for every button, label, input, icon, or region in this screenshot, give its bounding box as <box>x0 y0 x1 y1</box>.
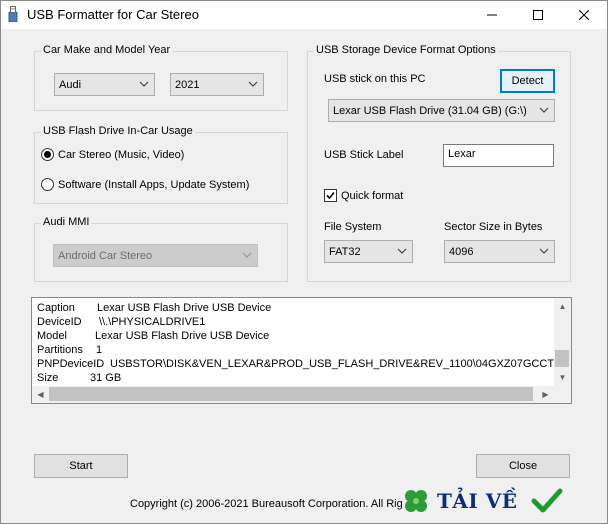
info-value: Lexar USB Flash Drive USB Device <box>97 302 272 314</box>
quick-format-checkbox[interactable] <box>324 189 337 202</box>
car-make-select[interactable]: Audi <box>54 73 155 96</box>
maximize-icon <box>533 10 543 20</box>
list-item: Partitions 1 <box>37 344 102 356</box>
close-window-button[interactable] <box>561 1 607 29</box>
radio-software-label: Software (Install Apps, Update System) <box>58 178 250 191</box>
stick-label-caption: USB Stick Label <box>324 149 404 161</box>
horizontal-scroll-thumb[interactable] <box>49 387 533 401</box>
usb-device-value: Lexar USB Flash Drive (31.04 GB) (G:\) <box>333 104 527 117</box>
scroll-down-icon[interactable]: ▼ <box>554 369 571 386</box>
scroll-up-icon[interactable]: ▲ <box>554 298 571 315</box>
radio-button[interactable] <box>41 178 54 191</box>
copyright-text: Copyright (c) 2006-2021 Bureausoft Corpo… <box>130 498 403 510</box>
sector-size-value: 4096 <box>449 245 474 258</box>
radio-car-stereo-label: Car Stereo (Music, Video) <box>58 148 185 161</box>
detect-button[interactable]: Detect <box>500 69 555 93</box>
watermark: TẢI VỀ <box>401 481 607 521</box>
car-year-value: 2021 <box>175 78 200 91</box>
minimize-icon <box>487 14 497 16</box>
window-title: USB Formatter for Car Stereo <box>27 7 199 22</box>
mmi-select[interactable]: Android Car Stereo <box>53 244 258 267</box>
clover-logo-icon <box>405 490 427 512</box>
info-value: 1 <box>96 344 103 356</box>
usage-group-label: USB Flash Drive In-Car Usage <box>41 125 195 137</box>
info-key: Caption <box>37 302 75 314</box>
green-checkmark-icon <box>531 488 563 513</box>
chevron-down-icon <box>539 248 549 254</box>
car-make-group-label: Car Make and Model Year <box>41 44 173 56</box>
mmi-group: Audi MMI Android Car Stereo <box>34 216 288 282</box>
title-bar[interactable]: USB Formatter for Car Stereo <box>1 1 607 29</box>
info-value: Lexar USB Flash Drive USB Device <box>95 330 270 342</box>
vertical-scrollbar[interactable]: ▲ ▼ <box>554 298 571 386</box>
usb-stick-label: USB stick on this PC <box>324 73 426 85</box>
file-system-label: File System <box>324 221 382 233</box>
info-value: USBSTOR\DISK&VEN_LEXAR&PROD_USB_FLASH_DR… <box>110 358 572 370</box>
horizontal-scrollbar[interactable]: ◀ ▶ <box>32 386 571 403</box>
mmi-value: Android Car Stereo <box>58 249 153 262</box>
maximize-button[interactable] <box>515 1 561 29</box>
list-item: DeviceID \\.\PHYSICALDRIVE1 <box>37 316 205 328</box>
minimize-button[interactable] <box>469 1 515 29</box>
checkmark-icon <box>326 191 335 200</box>
sector-size-label: Sector Size in Bytes <box>444 221 543 233</box>
car-make-value: Audi <box>59 78 82 91</box>
watermark-text: TẢI VỀ <box>437 489 518 513</box>
list-item: PNPDeviceID USBSTOR\DISK&VEN_LEXAR&PROD_U… <box>37 358 572 370</box>
chevron-down-icon <box>248 81 258 87</box>
scroll-right-icon[interactable]: ▶ <box>537 386 554 403</box>
list-item: Model Lexar USB Flash Drive USB Device <box>37 330 269 342</box>
list-item: Size 31 GB <box>37 372 121 384</box>
stick-label-input[interactable]: Lexar <box>443 144 554 167</box>
start-button[interactable]: Start <box>34 454 128 478</box>
chevron-down-icon <box>139 81 149 87</box>
info-value: 31 GB <box>90 372 122 384</box>
info-key: Size <box>37 372 59 384</box>
chevron-down-icon <box>539 107 549 113</box>
chevron-down-icon <box>397 248 407 254</box>
format-options-group-label: USB Storage Device Format Options <box>314 44 498 56</box>
car-make-group: Car Make and Model Year Audi 2021 <box>34 44 288 111</box>
info-key: Partitions <box>37 344 83 356</box>
info-key: DeviceID <box>37 316 82 328</box>
info-key: PNPDeviceID <box>37 358 105 370</box>
file-system-value: FAT32 <box>329 245 361 258</box>
info-value: \\.\PHYSICALDRIVE1 <box>99 316 206 328</box>
list-item: Caption Lexar USB Flash Drive USB Device <box>37 302 271 314</box>
format-options-group: USB Storage Device Format Options USB st… <box>307 44 571 282</box>
app-window: USB Formatter for Car Stereo Car Make an… <box>0 0 608 524</box>
mmi-group-label: Audi MMI <box>41 216 92 228</box>
info-key: Model <box>37 330 67 342</box>
close-button[interactable]: Close <box>476 454 570 478</box>
close-icon <box>579 10 589 20</box>
radio-car-stereo[interactable]: Car Stereo (Music, Video) <box>41 148 184 161</box>
radio-software[interactable]: Software (Install Apps, Update System) <box>41 178 249 191</box>
file-system-select[interactable]: FAT32 <box>324 240 413 263</box>
car-year-select[interactable]: 2021 <box>170 73 264 96</box>
chevron-down-icon <box>242 252 252 258</box>
device-info-list[interactable]: Caption Lexar USB Flash Drive USB Device … <box>31 297 572 404</box>
quick-format-label: Quick format <box>341 189 404 202</box>
usage-group: USB Flash Drive In-Car Usage Car Stereo … <box>34 125 288 204</box>
usb-drive-icon <box>8 6 18 22</box>
radio-button[interactable] <box>41 148 54 161</box>
usb-device-select[interactable]: Lexar USB Flash Drive (31.04 GB) (G:\) <box>328 99 555 122</box>
quick-format-checkbox-row[interactable]: Quick format <box>324 189 403 202</box>
sector-size-select[interactable]: 4096 <box>444 240 555 263</box>
scroll-left-icon[interactable]: ◀ <box>32 386 49 403</box>
vertical-scroll-thumb[interactable] <box>555 350 569 367</box>
